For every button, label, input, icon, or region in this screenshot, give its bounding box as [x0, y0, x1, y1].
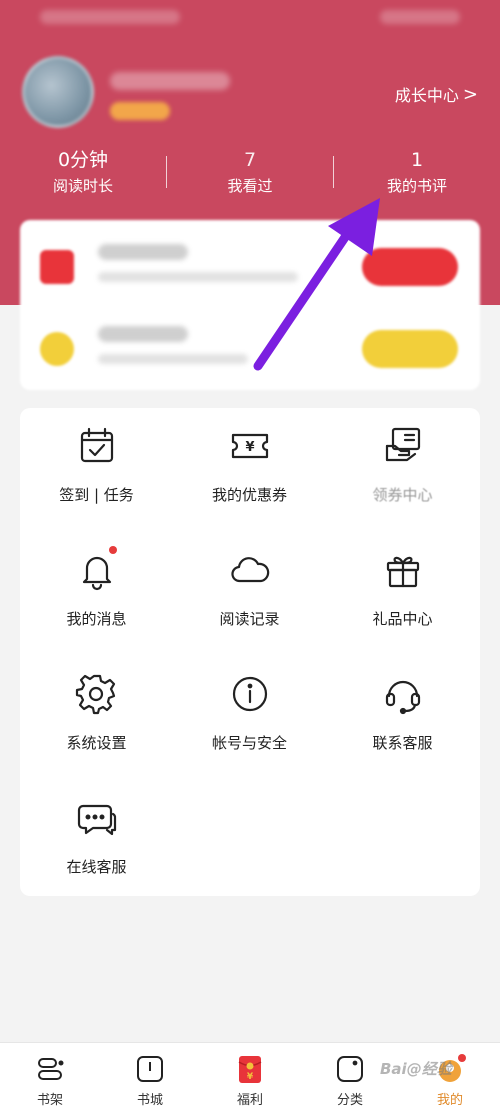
coupon-center-icon	[381, 424, 425, 468]
stats-row: 0分钟 阅读时长 7 我看过 1 我的书评	[0, 146, 500, 202]
tab-bookstore[interactable]: 书城	[100, 1043, 200, 1111]
info-icon	[228, 672, 272, 716]
username-blurred	[110, 72, 230, 90]
grid-item-reading-history[interactable]: 阅读记录	[173, 532, 326, 656]
tab-label: 我的	[436, 1093, 463, 1108]
grid-item-coupon-center[interactable]: 领券中心	[326, 408, 479, 532]
category-icon	[334, 1053, 366, 1085]
stat-my-reviews[interactable]: 1 我的书评	[334, 146, 500, 198]
grid-item-gift-center[interactable]: 礼品中心	[326, 532, 479, 656]
promo-subtitle-blurred	[98, 272, 298, 282]
grid-item-system-settings[interactable]: 系统设置	[20, 656, 173, 780]
growth-center-link[interactable]: 成长中心 >	[395, 82, 478, 106]
status-bar-left-blurred	[40, 10, 180, 24]
stat-label: 我的书评	[386, 177, 447, 195]
avatar[interactable]	[22, 56, 94, 128]
grid-item-label: 领券中心	[372, 486, 433, 504]
grid-item-label: 签到 | 任务	[59, 486, 134, 504]
growth-center-label: 成长中心	[394, 86, 459, 105]
promo-row-red[interactable]	[20, 224, 480, 304]
grid-item-my-coupons[interactable]: ¥ 我的优惠券	[173, 408, 326, 532]
book-icon	[134, 1053, 166, 1085]
svg-text:¥: ¥	[247, 1072, 254, 1082]
notification-dot	[109, 546, 117, 554]
svg-text:¥: ¥	[245, 440, 254, 455]
grid-item-my-messages[interactable]: 我的消息	[20, 532, 173, 656]
grid-item-label: 在线客服	[66, 858, 127, 876]
grid-item-checkin-tasks[interactable]: 签到 | 任务	[20, 408, 173, 532]
promo-title-blurred	[98, 326, 188, 342]
promo-yellow-button[interactable]	[362, 330, 458, 368]
grid-item-online-service[interactable]: 在线客服	[20, 780, 173, 904]
chat-bubble-icon	[75, 796, 119, 840]
promo-row-yellow[interactable]	[20, 306, 480, 386]
grid-item-label: 礼品中心	[372, 610, 433, 628]
function-grid: 签到 | 任务 ¥ 我的优惠券 领券中心 我的消息 阅读记录 礼品中心 系统设置…	[20, 408, 480, 896]
cloud-icon	[228, 548, 272, 592]
grid-item-label: 联系客服	[372, 734, 433, 752]
promo-card	[20, 220, 480, 390]
status-bar	[0, 0, 500, 36]
grid-item-label: 阅读记录	[219, 610, 280, 628]
gift-icon	[381, 548, 425, 592]
bell-icon	[75, 548, 119, 592]
stat-viewed[interactable]: 7 我看过	[167, 146, 333, 198]
promo-title-blurred	[98, 244, 188, 260]
stat-value: 1	[410, 149, 424, 171]
tab-label: 书城	[136, 1093, 163, 1108]
tab-label: 分类	[336, 1093, 363, 1108]
coupon-yen-icon: ¥	[228, 424, 272, 468]
grid-item-label: 帐号与安全	[211, 734, 287, 752]
red-envelope-icon: ¥	[234, 1053, 266, 1085]
tab-bookshelf[interactable]: 书架	[0, 1043, 100, 1111]
calendar-check-icon	[75, 424, 119, 468]
tab-welfare[interactable]: ¥ 福利	[200, 1043, 300, 1111]
user-badge-blurred	[110, 102, 170, 120]
stat-value: 0分钟	[57, 149, 109, 171]
grid-item-contact-service[interactable]: 联系客服	[326, 656, 479, 780]
promo-red-button[interactable]	[362, 248, 458, 286]
chevron-right-icon: >	[462, 83, 478, 105]
stat-reading-time[interactable]: 0分钟 阅读时长	[0, 146, 166, 198]
grid-item-label: 我的消息	[66, 610, 127, 628]
promo-red-icon	[40, 250, 74, 284]
grid-item-label: 我的优惠券	[211, 486, 287, 504]
tab-label: 福利	[236, 1093, 263, 1108]
grid-item-label: 系统设置	[66, 734, 127, 752]
tab-label: 书架	[36, 1093, 63, 1108]
promo-subtitle-blurred	[98, 354, 248, 364]
status-bar-right-blurred	[380, 10, 460, 24]
stat-value: 7	[243, 149, 257, 171]
headset-icon	[381, 672, 425, 716]
bookshelf-icon	[34, 1053, 66, 1085]
gear-icon	[75, 672, 119, 716]
promo-yellow-icon	[40, 332, 74, 366]
stat-label: 我看过	[227, 177, 273, 195]
grid-item-account-security[interactable]: 帐号与安全	[173, 656, 326, 780]
watermark: Bai@经验	[380, 1060, 452, 1078]
stat-label: 阅读时长	[52, 177, 113, 195]
